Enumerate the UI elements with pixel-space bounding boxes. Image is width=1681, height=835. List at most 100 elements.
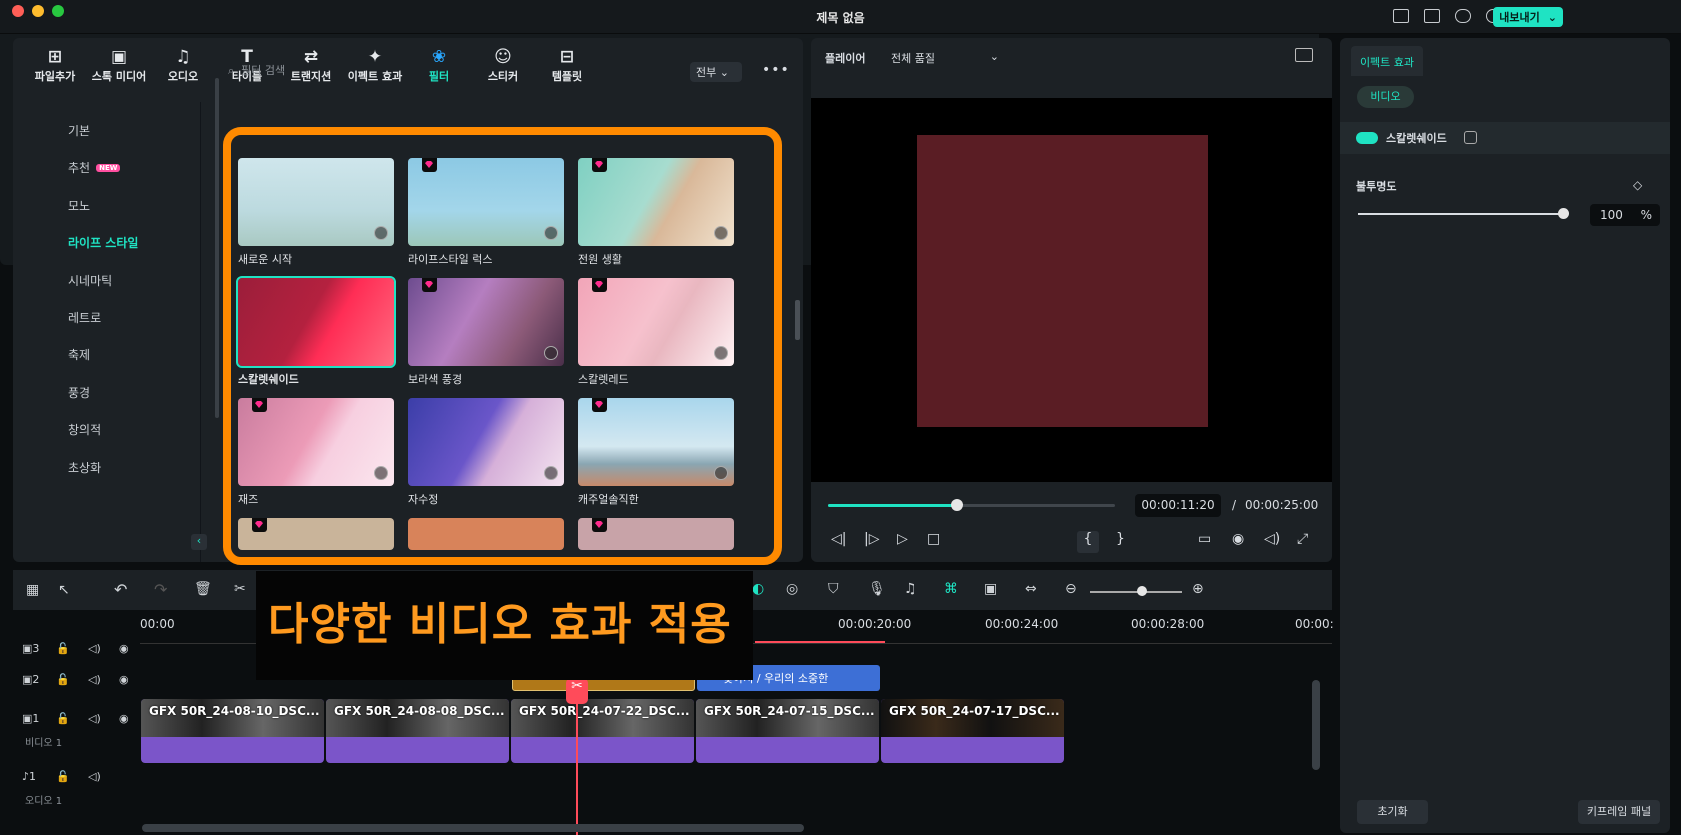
mark-in-icon[interactable]: {: [1077, 531, 1099, 553]
media-toolbar: ⊞ 파일추가 ▣ 스톡 미디어 ♫ 오디오 T 타이틀 ⇄ 트랜지션 ✦ 이펙트 효과 ❀ 필터 ☺ 스티커 ⊟…: [23, 46, 599, 84]
category-item[interactable]: 초상화: [68, 459, 101, 476]
scope-select[interactable]: 전부 ⌄: [690, 62, 742, 82]
lock-icon[interactable]: 🔓: [56, 673, 70, 686]
zoom-slider[interactable]: [1090, 591, 1182, 593]
next-frame-icon[interactable]: |▷: [864, 531, 879, 547]
zoom-in-icon[interactable]: ⊕: [1192, 581, 1204, 597]
current-time[interactable]: 00:00:11:20: [1135, 494, 1221, 517]
filter-search[interactable]: ⌕ 필터 검색: [228, 62, 285, 78]
video-clip[interactable]: GFX 50R_24-07-15_DSC...: [696, 699, 879, 763]
tool-template[interactable]: ⊟ 템플릿: [535, 46, 599, 84]
tool-music[interactable]: ♫ 오디오: [151, 46, 215, 84]
render-icon[interactable]: ▣: [984, 581, 997, 597]
stabilize-icon[interactable]: ◎: [786, 581, 798, 597]
keyframe-panel-button[interactable]: 키프레임 패널: [1578, 800, 1660, 824]
video-track-icon: ▣: [22, 673, 33, 686]
pointer-icon[interactable]: ↖: [58, 582, 70, 598]
reset-button[interactable]: 초기화: [1357, 800, 1428, 824]
template-icon: ⊟: [559, 47, 575, 67]
audio-list-icon[interactable]: ♫: [904, 581, 917, 597]
category-item[interactable]: 창의적: [68, 421, 101, 438]
opacity-value: 100: [1600, 208, 1623, 222]
waveform-icon[interactable]: [1295, 48, 1313, 62]
effects-tab[interactable]: 이펙트 효과: [1351, 46, 1423, 76]
layout-icon[interactable]: [1393, 9, 1409, 23]
lock-icon[interactable]: 🔓: [56, 642, 70, 655]
fullscreen-icon[interactable]: ⤢: [1297, 531, 1308, 547]
redo-icon[interactable]: ↷: [154, 580, 167, 599]
category-label: 풍경: [68, 385, 91, 400]
opacity-slider[interactable]: [1358, 213, 1564, 215]
more-icon[interactable]: •••: [762, 62, 790, 78]
tool-sticker[interactable]: ☺ 스티커: [471, 46, 535, 84]
effect-toggle[interactable]: [1356, 132, 1378, 144]
volume-icon[interactable]: ◁): [88, 642, 101, 655]
camera-icon[interactable]: ◉: [1232, 531, 1244, 547]
delete-icon[interactable]: 🗑: [194, 581, 212, 597]
fit-icon[interactable]: ⇔: [1025, 581, 1037, 597]
keyframe-diamond-icon[interactable]: ◇: [1633, 178, 1642, 192]
volume-icon[interactable]: ◁): [88, 770, 101, 783]
save-icon[interactable]: [1424, 9, 1440, 23]
cloud-icon[interactable]: [1455, 9, 1471, 23]
play-icon[interactable]: ▷: [897, 531, 908, 547]
player-tab[interactable]: 플레이어: [825, 50, 865, 66]
opacity-handle[interactable]: [1558, 208, 1569, 219]
progress-track[interactable]: [828, 499, 1115, 511]
video-pill[interactable]: 비디오: [1357, 86, 1414, 108]
category-item[interactable]: 풍경: [68, 384, 90, 401]
clip-thumbnails: GFX 50R_24-07-15_DSC...: [696, 699, 879, 737]
lock-icon[interactable]: 🔓: [56, 712, 70, 725]
category-item[interactable]: 추천 NEW: [68, 159, 121, 176]
video-clip[interactable]: GFX 50R_24-07-22_DSC...: [511, 699, 694, 763]
video-clip[interactable]: GFX 50R_24-08-10_DSC...: [141, 699, 324, 763]
volume-icon[interactable]: ◁): [88, 712, 101, 725]
category-item[interactable]: 라이프 스타일: [68, 234, 138, 251]
volume-icon[interactable]: ◁): [88, 673, 101, 686]
video-clip[interactable]: GFX 50R_24-07-17_DSC...: [881, 699, 1064, 763]
undo-icon[interactable]: ↶: [114, 580, 127, 599]
category-item[interactable]: 기본: [68, 122, 90, 139]
tool-transition[interactable]: ⇄ 트랜지션: [279, 46, 343, 84]
export-button[interactable]: 내보내기 ⌄: [1493, 7, 1563, 27]
display-icon[interactable]: ▭: [1198, 531, 1211, 547]
eye-icon[interactable]: ◉: [119, 673, 129, 686]
quality-select[interactable]: 전체 품질 ⌄: [891, 50, 999, 66]
category-scrollbar[interactable]: [215, 78, 219, 418]
layout-grid-icon[interactable]: ▦: [26, 582, 39, 598]
video-clip[interactable]: GFX 50R_24-08-08_DSC...: [326, 699, 509, 763]
category-item[interactable]: 모노: [68, 197, 90, 214]
volume-icon[interactable]: ◁): [1264, 531, 1280, 547]
eye-icon[interactable]: ◉: [119, 712, 129, 725]
ruler-label: 00:00:: [1295, 617, 1334, 631]
stop-icon[interactable]: □: [927, 531, 940, 547]
scissors-icon[interactable]: ✂: [234, 581, 246, 597]
shield-icon[interactable]: ⛉: [828, 581, 839, 597]
timeline-scrollbar[interactable]: [1312, 680, 1320, 770]
zoom-handle[interactable]: [1137, 586, 1147, 596]
ai-icon[interactable]: ⌘: [944, 581, 958, 597]
lock-icon[interactable]: 🔓: [56, 770, 70, 783]
tool-label: 스톡 미디어: [91, 70, 147, 83]
tool-filter[interactable]: ❀ 필터: [407, 46, 471, 84]
microphone-icon[interactable]: 🎙: [868, 581, 886, 597]
mark-out-icon[interactable]: }: [1116, 531, 1125, 547]
timeline-h-scrollbar[interactable]: [142, 824, 804, 832]
tool-import[interactable]: ⊞ 파일추가: [23, 46, 87, 84]
speed-icon[interactable]: ◐: [752, 581, 764, 597]
ruler-label: 00:00:24:00: [985, 617, 1059, 631]
category-item[interactable]: 시네마틱: [68, 272, 112, 289]
tool-effects[interactable]: ✦ 이펙트 효과: [343, 46, 407, 84]
tool-stock-media[interactable]: ▣ 스톡 미디어: [87, 46, 151, 84]
category-item[interactable]: 축제: [68, 346, 90, 363]
eye-icon[interactable]: ◉: [119, 642, 129, 655]
effect-name: 스칼렛쉐이드: [1386, 132, 1447, 145]
mask-icon[interactable]: [1464, 131, 1477, 144]
opacity-input[interactable]: 100%: [1590, 204, 1660, 226]
filter-scrollbar[interactable]: [795, 300, 800, 340]
category-item[interactable]: 레트로: [68, 309, 101, 326]
playhead-scissors-icon[interactable]: ✂: [566, 678, 588, 704]
prev-frame-icon[interactable]: ◁|: [831, 531, 846, 547]
zoom-out-icon[interactable]: ⊖: [1065, 581, 1077, 597]
collapse-icon[interactable]: ‹: [191, 534, 207, 550]
